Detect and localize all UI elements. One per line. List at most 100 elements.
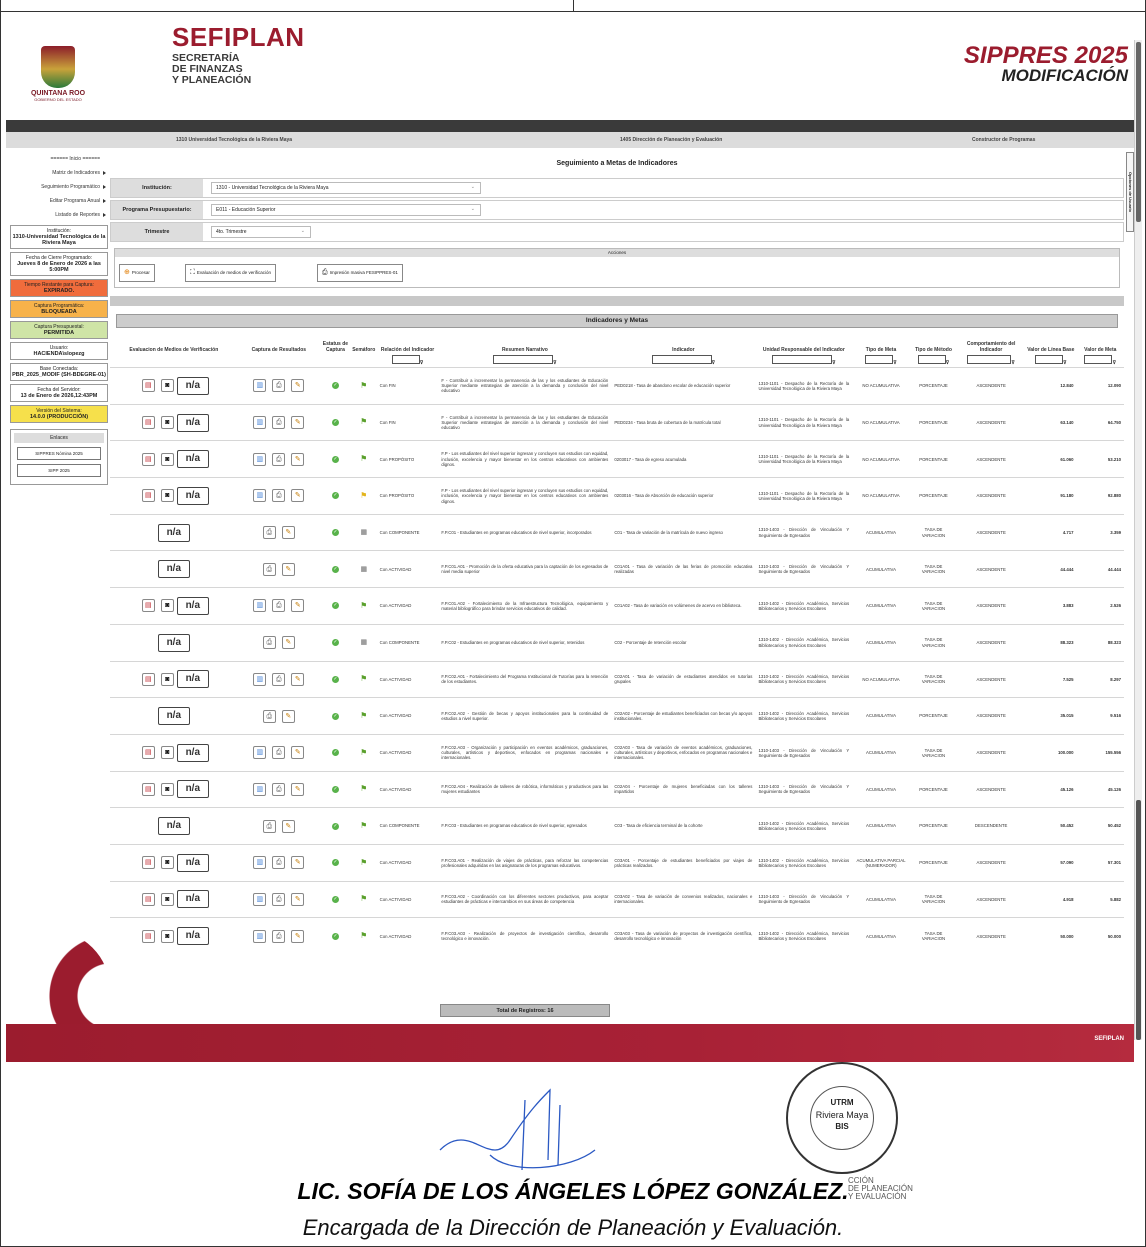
binoculars-icon[interactable]: ◙ (160, 599, 174, 613)
base-cell: 50.452 (1025, 807, 1077, 845)
meta-cell: 57.301 (1076, 843, 1124, 882)
print-icon[interactable]: ⎙ (272, 856, 286, 870)
binoculars-icon[interactable]: ◙ (160, 856, 174, 870)
binoculars-icon[interactable]: ◙ (160, 929, 174, 943)
pdf-icon[interactable]: ▤ (141, 379, 155, 393)
edit-icon[interactable]: ✎ (281, 526, 295, 540)
print-icon[interactable]: ⎙ (272, 929, 286, 943)
print-icon[interactable]: ⎙ (272, 892, 286, 906)
edit-icon[interactable]: ✎ (291, 782, 305, 796)
filter-resumen[interactable] (493, 355, 554, 364)
programa-select[interactable]: E011 - Educación Superior (211, 204, 481, 216)
edit-icon[interactable]: ✎ (281, 636, 295, 650)
pdf-icon[interactable]: ▤ (141, 782, 155, 796)
link-sipp[interactable]: SIPP 2025 (17, 464, 101, 477)
print-icon[interactable]: ⎙ (272, 672, 286, 686)
print-icon[interactable]: ⎙ (272, 782, 286, 796)
print-icon[interactable]: ⎙ (272, 452, 286, 466)
chart-icon[interactable]: ▥ (253, 929, 267, 943)
relacion-cell: Con FIN (376, 403, 439, 441)
edit-icon[interactable]: ✎ (291, 599, 305, 613)
chart-icon[interactable]: ▥ (253, 856, 267, 870)
opciones-usuario-tab[interactable]: Opciones de Usuario (1126, 152, 1134, 232)
print-icon[interactable]: ⎙ (262, 709, 276, 723)
edit-icon[interactable]: ✎ (291, 892, 305, 906)
print-icon[interactable]: ⎙ (272, 416, 286, 430)
pdf-icon[interactable]: ▤ (141, 746, 155, 760)
filter-tipo-meta[interactable] (865, 355, 894, 364)
binoculars-icon[interactable]: ◙ (160, 452, 174, 466)
edit-icon[interactable]: ✎ (291, 672, 305, 686)
edit-icon[interactable]: ✎ (291, 379, 305, 393)
evaluacion-button[interactable]: ⛶ Evaluación de medios de verificación (185, 264, 276, 282)
binoculars-icon[interactable]: ◙ (160, 746, 174, 760)
chart-icon[interactable]: ▥ (253, 379, 267, 393)
print-icon[interactable]: ⎙ (262, 562, 276, 576)
link-sippres-nomina[interactable]: SIPPRES Nómina 2025 (17, 447, 101, 460)
chart-icon[interactable]: ▥ (253, 746, 267, 760)
procesar-button[interactable]: ⊕ Procesar (119, 264, 155, 282)
eval-cell: n/a (110, 550, 238, 588)
menu-item-matriz[interactable]: Matriz de Indicadores (10, 166, 106, 180)
binoculars-icon[interactable]: ◙ (160, 489, 174, 503)
pdf-icon[interactable]: ▤ (141, 416, 155, 430)
vertical-scrollbar[interactable] (1134, 40, 1142, 1040)
chart-icon[interactable]: ▥ (253, 672, 267, 686)
pdf-icon[interactable]: ▤ (141, 672, 155, 686)
institucion-select[interactable]: 1310 - Universidad Tecnológica de la Riv… (211, 182, 481, 194)
pdf-icon[interactable]: ▤ (141, 599, 155, 613)
edit-icon[interactable]: ✎ (281, 709, 295, 723)
pdf-icon[interactable]: ▤ (141, 892, 155, 906)
filter-metodo[interactable] (917, 355, 946, 364)
programa-label: Programa Presupuestario: (111, 201, 203, 219)
chart-icon[interactable]: ▥ (253, 452, 267, 466)
filter-relacion[interactable] (391, 355, 420, 364)
binoculars-icon[interactable]: ◙ (160, 379, 174, 393)
menu-item-inicio[interactable]: ====== Inicio ====== (10, 152, 101, 166)
sidebar: ====== Inicio ====== Matriz de Indicador… (10, 152, 108, 485)
estatus-cell: ✓ (319, 367, 351, 405)
edit-icon[interactable]: ✎ (291, 929, 305, 943)
trimestre-select[interactable]: 4to. Trimestre (211, 226, 311, 238)
edit-icon[interactable]: ✎ (291, 489, 305, 503)
filter-base[interactable] (1035, 355, 1063, 364)
print-icon[interactable]: ⎙ (272, 599, 286, 613)
print-icon[interactable]: ⎙ (262, 526, 276, 540)
filter-meta[interactable] (1084, 355, 1113, 364)
pdf-icon[interactable]: ▤ (141, 929, 155, 943)
impresion-button[interactable]: ⎙ Impresión masiva FESIPPRES-01 (317, 264, 403, 282)
chart-icon[interactable]: ▥ (253, 416, 267, 430)
menu-item-seguimiento[interactable]: Seguimiento Programático (10, 180, 106, 194)
edit-icon[interactable]: ✎ (281, 819, 295, 833)
print-icon[interactable]: ⎙ (262, 636, 276, 650)
menu-item-reportes[interactable]: Listado de Reportes (10, 208, 106, 222)
chart-icon[interactable]: ▥ (253, 489, 267, 503)
binoculars-icon[interactable]: ◙ (160, 416, 174, 430)
edit-icon[interactable]: ✎ (291, 452, 305, 466)
print-icon[interactable]: ⎙ (272, 746, 286, 760)
pdf-icon[interactable]: ▤ (141, 452, 155, 466)
binoculars-icon[interactable]: ◙ (160, 892, 174, 906)
edit-icon[interactable]: ✎ (291, 416, 305, 430)
filter-comportamiento[interactable] (967, 355, 1012, 364)
edit-icon[interactable]: ✎ (291, 746, 305, 760)
pdf-icon[interactable]: ▤ (141, 489, 155, 503)
menu-item-editar[interactable]: Editar Programa Anual (10, 194, 106, 208)
comportamiento-cell: ASCENDENTE (957, 513, 1026, 551)
edit-icon[interactable]: ✎ (281, 562, 295, 576)
pdf-icon[interactable]: ▤ (141, 856, 155, 870)
chart-icon[interactable]: ▥ (253, 599, 267, 613)
binoculars-icon[interactable]: ◙ (160, 782, 174, 796)
chart-icon[interactable]: ▥ (253, 782, 267, 796)
binoculars-icon[interactable]: ◙ (160, 672, 174, 686)
filter-indicador[interactable] (651, 355, 712, 364)
semaforo-cell: ⚑ (350, 403, 377, 441)
table-row: ▤ ◙ n/a ▥ ⎙ ✎ ✓ ⚑ Con PROPÓSITO F.P - Los es… (110, 477, 1124, 515)
print-icon[interactable]: ⎙ (272, 379, 286, 393)
eval-cell: ▤ ◙ n/a (110, 843, 238, 882)
chart-icon[interactable]: ▥ (253, 892, 267, 906)
print-icon[interactable]: ⎙ (262, 819, 276, 833)
edit-icon[interactable]: ✎ (291, 856, 305, 870)
filter-unidad[interactable] (771, 355, 832, 364)
print-icon[interactable]: ⎙ (272, 489, 286, 503)
